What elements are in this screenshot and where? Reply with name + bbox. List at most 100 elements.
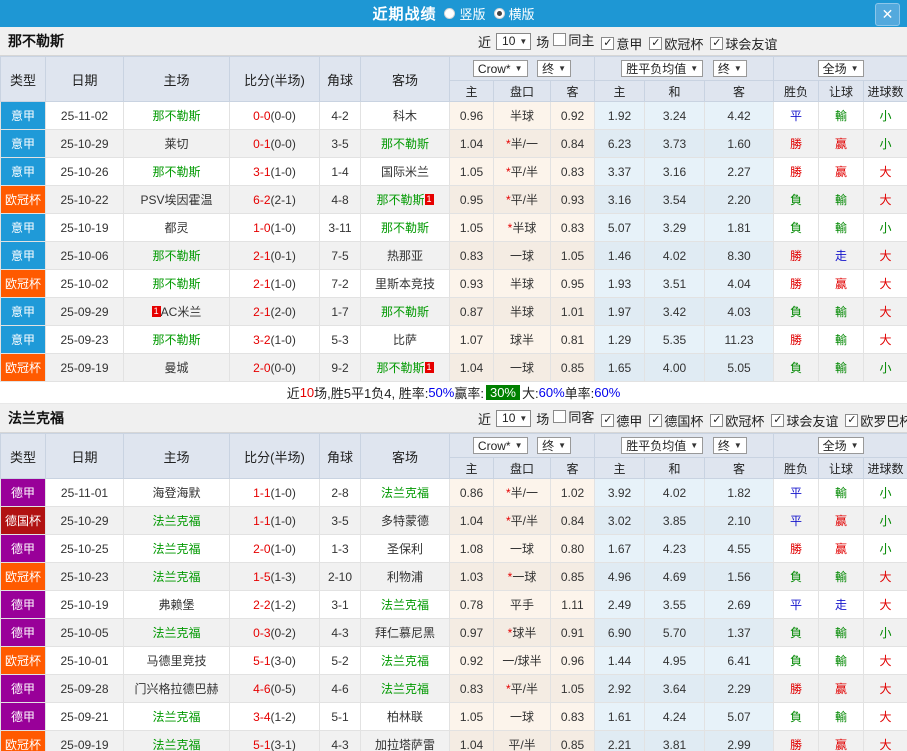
match-count-value: 10: [502, 411, 516, 425]
odds-time-value: 终: [542, 61, 555, 76]
avg-draw-odds: 3.24: [644, 101, 706, 130]
col-header-corners: 角球: [319, 56, 361, 102]
league-badge: 意甲: [0, 241, 46, 270]
filter-checkbox-同客[interactable]: 同客: [549, 407, 594, 426]
team-label: 法兰克福: [380, 598, 429, 612]
team-label: 国际米兰: [380, 165, 429, 179]
star-mark: *: [505, 137, 511, 151]
col-header-type: 类型: [0, 433, 46, 479]
match-row: 欧冠杯 25-09-19 法兰克福 5-1(3-1) 4-3 加拉塔萨雷 1.04 平/半 0.…: [0, 730, 907, 751]
filter-checkbox-德国杯[interactable]: ✓ 德国杯: [642, 411, 703, 430]
avg-time-select[interactable]: 终 ▼: [712, 60, 747, 77]
fulltime-score: 2-1: [253, 276, 271, 291]
away-team-cell: 那不勒斯 1: [360, 353, 450, 382]
result-handicap: 赢: [818, 730, 865, 751]
result-goals: 小: [863, 353, 907, 382]
filter-checkbox-球会友谊[interactable]: ✓ 球会友谊: [764, 411, 838, 430]
fulltime-score: 3-4: [253, 709, 271, 724]
filter-checkbox-德甲[interactable]: ✓ 德甲: [594, 411, 642, 430]
avg-time-select[interactable]: 终 ▼: [712, 437, 747, 454]
home-team-cell: 那不勒斯: [123, 241, 230, 270]
corners-cell: 1-3: [319, 534, 361, 563]
scope-select[interactable]: 全场 ▼: [817, 437, 864, 454]
sub-header-handicap: 盘口: [493, 457, 551, 479]
corners-cell: 1-7: [319, 297, 361, 326]
checkbox-checked-icon: ✓: [845, 413, 859, 427]
odds-company-select[interactable]: Crow* ▼: [472, 437, 528, 455]
team-label: 法兰克福: [152, 710, 201, 724]
avg-time-value: 终: [717, 439, 730, 453]
avg-group-header: 胜平负均值 ▼ 终 ▼: [594, 56, 775, 81]
league-badge: 德甲: [0, 590, 46, 619]
away-odds: 0.83: [549, 702, 596, 731]
team-label: 法兰克福: [152, 570, 201, 584]
scope-value: 全场: [822, 439, 847, 453]
result-wdl: 負: [773, 618, 820, 647]
fulltime-score: 3-2: [253, 332, 271, 347]
corners-cell: 4-2: [319, 101, 361, 130]
avg-draw-odds: 3.73: [644, 129, 706, 158]
fulltime-score: 1-5: [253, 569, 271, 584]
home-team-cell: 法兰克福: [123, 562, 230, 591]
version-radio-off[interactable]: 竖版: [436, 4, 486, 23]
dropdown-arrow-icon: ▼: [558, 440, 567, 450]
away-odds: 1.01: [549, 297, 596, 326]
match-count-select[interactable]: 10 ▼: [496, 409, 532, 427]
team-label: 法兰克福: [152, 542, 201, 556]
away-odds: 0.84: [549, 506, 596, 535]
avg-type-select[interactable]: 胜平负均值 ▼: [621, 60, 704, 77]
filter-checkbox-欧罗巴杯[interactable]: ✓ 欧罗巴杯: [838, 411, 907, 430]
summary-part: 60%: [594, 385, 621, 400]
halftime-score: (3-1): [270, 737, 296, 751]
home-odds: 1.05: [449, 702, 494, 731]
col-header-home: 主场: [123, 433, 230, 479]
filter-checkbox-球会友谊[interactable]: ✓ 球会友谊: [703, 34, 777, 53]
away-odds: 0.85: [549, 353, 596, 382]
sub-header-avg-home: 主: [594, 457, 646, 479]
odds-time-select[interactable]: 终 ▼: [537, 59, 572, 77]
filter-checkbox-欧冠杯[interactable]: ✓ 欧冠杯: [703, 411, 764, 430]
team-label: PSV埃因霍温: [140, 193, 213, 207]
halftime-score: (0-5): [270, 681, 296, 696]
filter-checkbox-同主[interactable]: 同主: [549, 30, 594, 49]
away-team-cell: 多特蒙德: [360, 506, 450, 535]
corners-cell: 9-2: [319, 353, 361, 382]
avg-draw-odds: 4.02: [644, 241, 706, 270]
section-header: 法兰克福 近 10 ▼ 场 同客 ✓ 德甲 ✓ 德国杯 ✓ 欧冠杯 ✓ 球会友谊 ✓ 欧罗巴杯: [0, 404, 907, 433]
home-odds: 0.83: [449, 674, 494, 703]
checkbox-label: 欧冠杯: [664, 36, 704, 52]
halftime-score: (1-2): [270, 597, 296, 612]
team-label: 法兰克福: [152, 738, 201, 751]
match-row: 德国杯 25-10-29 法兰克福 1-1(1-0) 3-5 多特蒙德 1.04 *平/半 0.…: [0, 506, 907, 535]
radio-icon: [493, 7, 505, 19]
fulltime-score: 6-2: [253, 192, 271, 207]
avg-home-odds: 1.97: [594, 297, 646, 326]
avg-home-odds: 2.21: [594, 730, 646, 751]
filter-checkbox-欧冠杯[interactable]: ✓ 欧冠杯: [642, 34, 703, 53]
avg-away-odds: 5.05: [704, 353, 775, 382]
result-goals: 大: [863, 562, 907, 591]
handicap-cell: *平/半: [493, 674, 551, 703]
score-cell: 2-1(1-0): [229, 269, 320, 298]
away-team-cell: 圣保利: [360, 534, 450, 563]
version-radio-on[interactable]: 横版: [486, 4, 535, 23]
star-mark: *: [505, 514, 511, 528]
result-wdl: 平: [773, 590, 820, 619]
league-badge: 德甲: [0, 534, 46, 563]
dropdown-arrow-icon: ▼: [850, 64, 859, 73]
fulltime-score: 5-1: [253, 737, 271, 751]
team-label: 利物浦: [386, 570, 423, 584]
match-row: 欧冠杯 25-10-22 PSV埃因霍温 6-2(2-1) 4-8 那不勒斯 1 0.95 *平…: [0, 185, 907, 214]
avg-away-odds: 4.55: [704, 534, 775, 563]
odds-time-select[interactable]: 终 ▼: [537, 436, 572, 454]
scope-select[interactable]: 全场 ▼: [817, 60, 864, 77]
fulltime-score: 0-3: [253, 625, 271, 640]
avg-away-odds: 2.69: [704, 590, 775, 619]
summary-part: 单率:: [564, 386, 595, 401]
odds-company-select[interactable]: Crow* ▼: [472, 60, 528, 78]
avg-type-select[interactable]: 胜平负均值 ▼: [621, 437, 704, 454]
team-label: 马德里竞技: [146, 654, 207, 668]
close-button[interactable]: ✕: [875, 3, 900, 26]
match-count-select[interactable]: 10 ▼: [496, 32, 532, 50]
filter-checkbox-意甲[interactable]: ✓ 意甲: [594, 34, 642, 53]
